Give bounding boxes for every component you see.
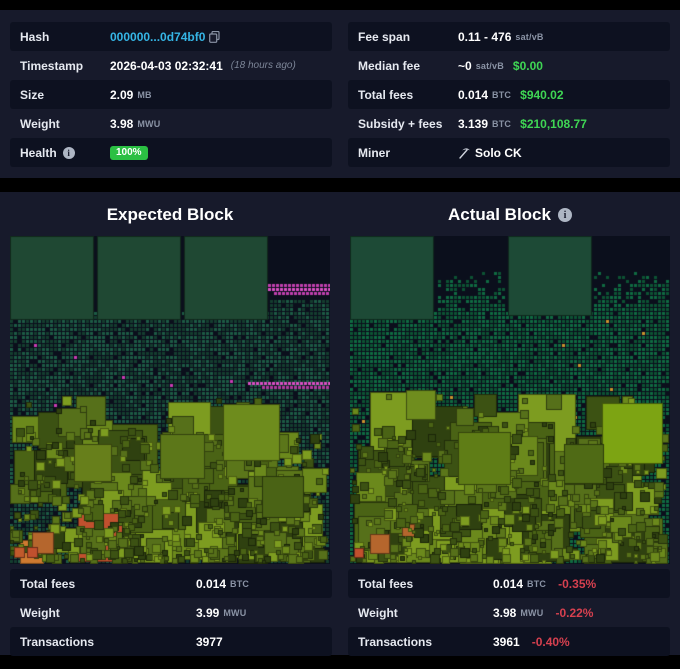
hash-label: Hash (20, 30, 110, 44)
weight-value: 3.98 (110, 117, 133, 131)
summary-left-table: Hash 000000...0d74bf0 Timestamp 2026-04-… (10, 22, 332, 167)
fee-span-label: Fee span (358, 30, 458, 44)
miner-label: Miner (358, 146, 458, 160)
actual-weight-value: 3.98 (493, 606, 516, 620)
total-fees-usd: $940.02 (520, 88, 563, 102)
total-fees-label: Total fees (358, 88, 458, 102)
weight-unit: MWU (137, 119, 160, 129)
actual-total-fees-row: Total fees 0.014 BTC -0.35% (348, 569, 670, 598)
fee-span-value: 0.11 - 476 (458, 30, 511, 44)
health-label: Health (20, 146, 57, 160)
health-row: Health i 100% (10, 138, 332, 167)
total-fees-unit: BTC (492, 90, 511, 100)
expected-transactions-value: 3977 (196, 635, 223, 649)
expected-block-title-text: Expected Block (107, 205, 234, 225)
actual-weight-delta: -0.22% (555, 606, 593, 620)
weight-row: Weight 3.98 MWU (10, 109, 332, 138)
hash-link[interactable]: 000000...0d74bf0 (110, 30, 205, 44)
expected-total-fees-value: 0.014 (196, 577, 226, 591)
actual-total-fees-unit: BTC (527, 579, 546, 589)
health-info-icon[interactable]: i (63, 147, 75, 159)
actual-block-title-text: Actual Block (448, 205, 551, 225)
subsidy-usd: $210,108.77 (520, 117, 587, 131)
expected-block-visualization[interactable] (10, 236, 330, 564)
timestamp-value: 2026-04-03 02:32:41 (110, 59, 223, 73)
median-fee-usd: $0.00 (513, 59, 543, 73)
size-row: Size 2.09 MB (10, 80, 332, 109)
actual-total-fees-delta: -0.35% (558, 577, 596, 591)
subsidy-row: Subsidy + fees 3.139 BTC $210,108.77 (348, 109, 670, 138)
expected-weight-label: Weight (20, 606, 130, 620)
actual-weight-row: Weight 3.98 MWU -0.22% (348, 598, 670, 627)
expected-total-fees-row: Total fees 0.014 BTC (10, 569, 332, 598)
total-fees-value: 0.014 (458, 88, 488, 102)
hash-row: Hash 000000...0d74bf0 (10, 22, 332, 51)
expected-transactions-row: Transactions 3977 (10, 627, 332, 656)
block-summary-panel: Hash 000000...0d74bf0 Timestamp 2026-04-… (0, 10, 680, 178)
timestamp-ago: (18 hours ago) (231, 60, 296, 71)
total-fees-row: Total fees 0.014 BTC $940.02 (348, 80, 670, 109)
actual-block-info-icon[interactable]: i (558, 208, 572, 222)
actual-block-title: Actual Block i (350, 205, 670, 225)
subsidy-unit: BTC (492, 119, 511, 129)
actual-transactions-value: 3961 (493, 635, 520, 649)
actual-transactions-delta: -0.40% (532, 635, 570, 649)
expected-block-stats: Total fees 0.014 BTC Weight 3.99 MWU Tra… (10, 569, 332, 656)
actual-block-visualization[interactable] (350, 236, 670, 564)
block-comparison-panel: Expected Block Actual Block i Total fees… (0, 192, 680, 655)
expected-weight-value: 3.99 (196, 606, 219, 620)
miner-row: Miner Solo CK (348, 138, 670, 167)
weight-label: Weight (20, 117, 110, 131)
fee-span-unit: sat/vB (515, 32, 543, 42)
expected-total-fees-unit: BTC (230, 579, 249, 589)
timestamp-label: Timestamp (20, 59, 110, 73)
health-badge: 100% (110, 146, 148, 160)
size-value: 2.09 (110, 88, 133, 102)
size-unit: MB (137, 90, 151, 100)
fee-span-row: Fee span 0.11 - 476 sat/vB (348, 22, 670, 51)
expected-weight-row: Weight 3.99 MWU (10, 598, 332, 627)
actual-total-fees-value: 0.014 (493, 577, 523, 591)
expected-block-title: Expected Block (10, 205, 330, 225)
expected-weight-unit: MWU (223, 608, 246, 618)
timestamp-row: Timestamp 2026-04-03 02:32:41 (18 hours … (10, 51, 332, 80)
actual-transactions-row: Transactions 3961 -0.40% (348, 627, 670, 656)
median-fee-unit: sat/vB (476, 61, 504, 71)
expected-transactions-label: Transactions (20, 635, 130, 649)
block-audit-page: Hash 000000...0d74bf0 Timestamp 2026-04-… (0, 0, 680, 669)
summary-right-table: Fee span 0.11 - 476 sat/vB Median fee ~0… (348, 22, 670, 167)
actual-block-stats: Total fees 0.014 BTC -0.35% Weight 3.98 … (348, 569, 670, 656)
actual-total-fees-label: Total fees (358, 577, 468, 591)
subsidy-label: Subsidy + fees (358, 117, 458, 131)
actual-transactions-label: Transactions (358, 635, 468, 649)
miner-link[interactable]: Solo CK (475, 146, 522, 160)
actual-weight-unit: MWU (520, 608, 543, 618)
median-fee-value: ~0 (458, 59, 472, 73)
median-fee-row: Median fee ~0 sat/vB $0.00 (348, 51, 670, 80)
subsidy-value: 3.139 (458, 117, 488, 131)
expected-total-fees-label: Total fees (20, 577, 130, 591)
median-fee-label: Median fee (358, 59, 458, 73)
size-label: Size (20, 88, 110, 102)
pickaxe-icon (458, 146, 471, 159)
actual-weight-label: Weight (358, 606, 468, 620)
copy-icon[interactable] (209, 31, 220, 43)
